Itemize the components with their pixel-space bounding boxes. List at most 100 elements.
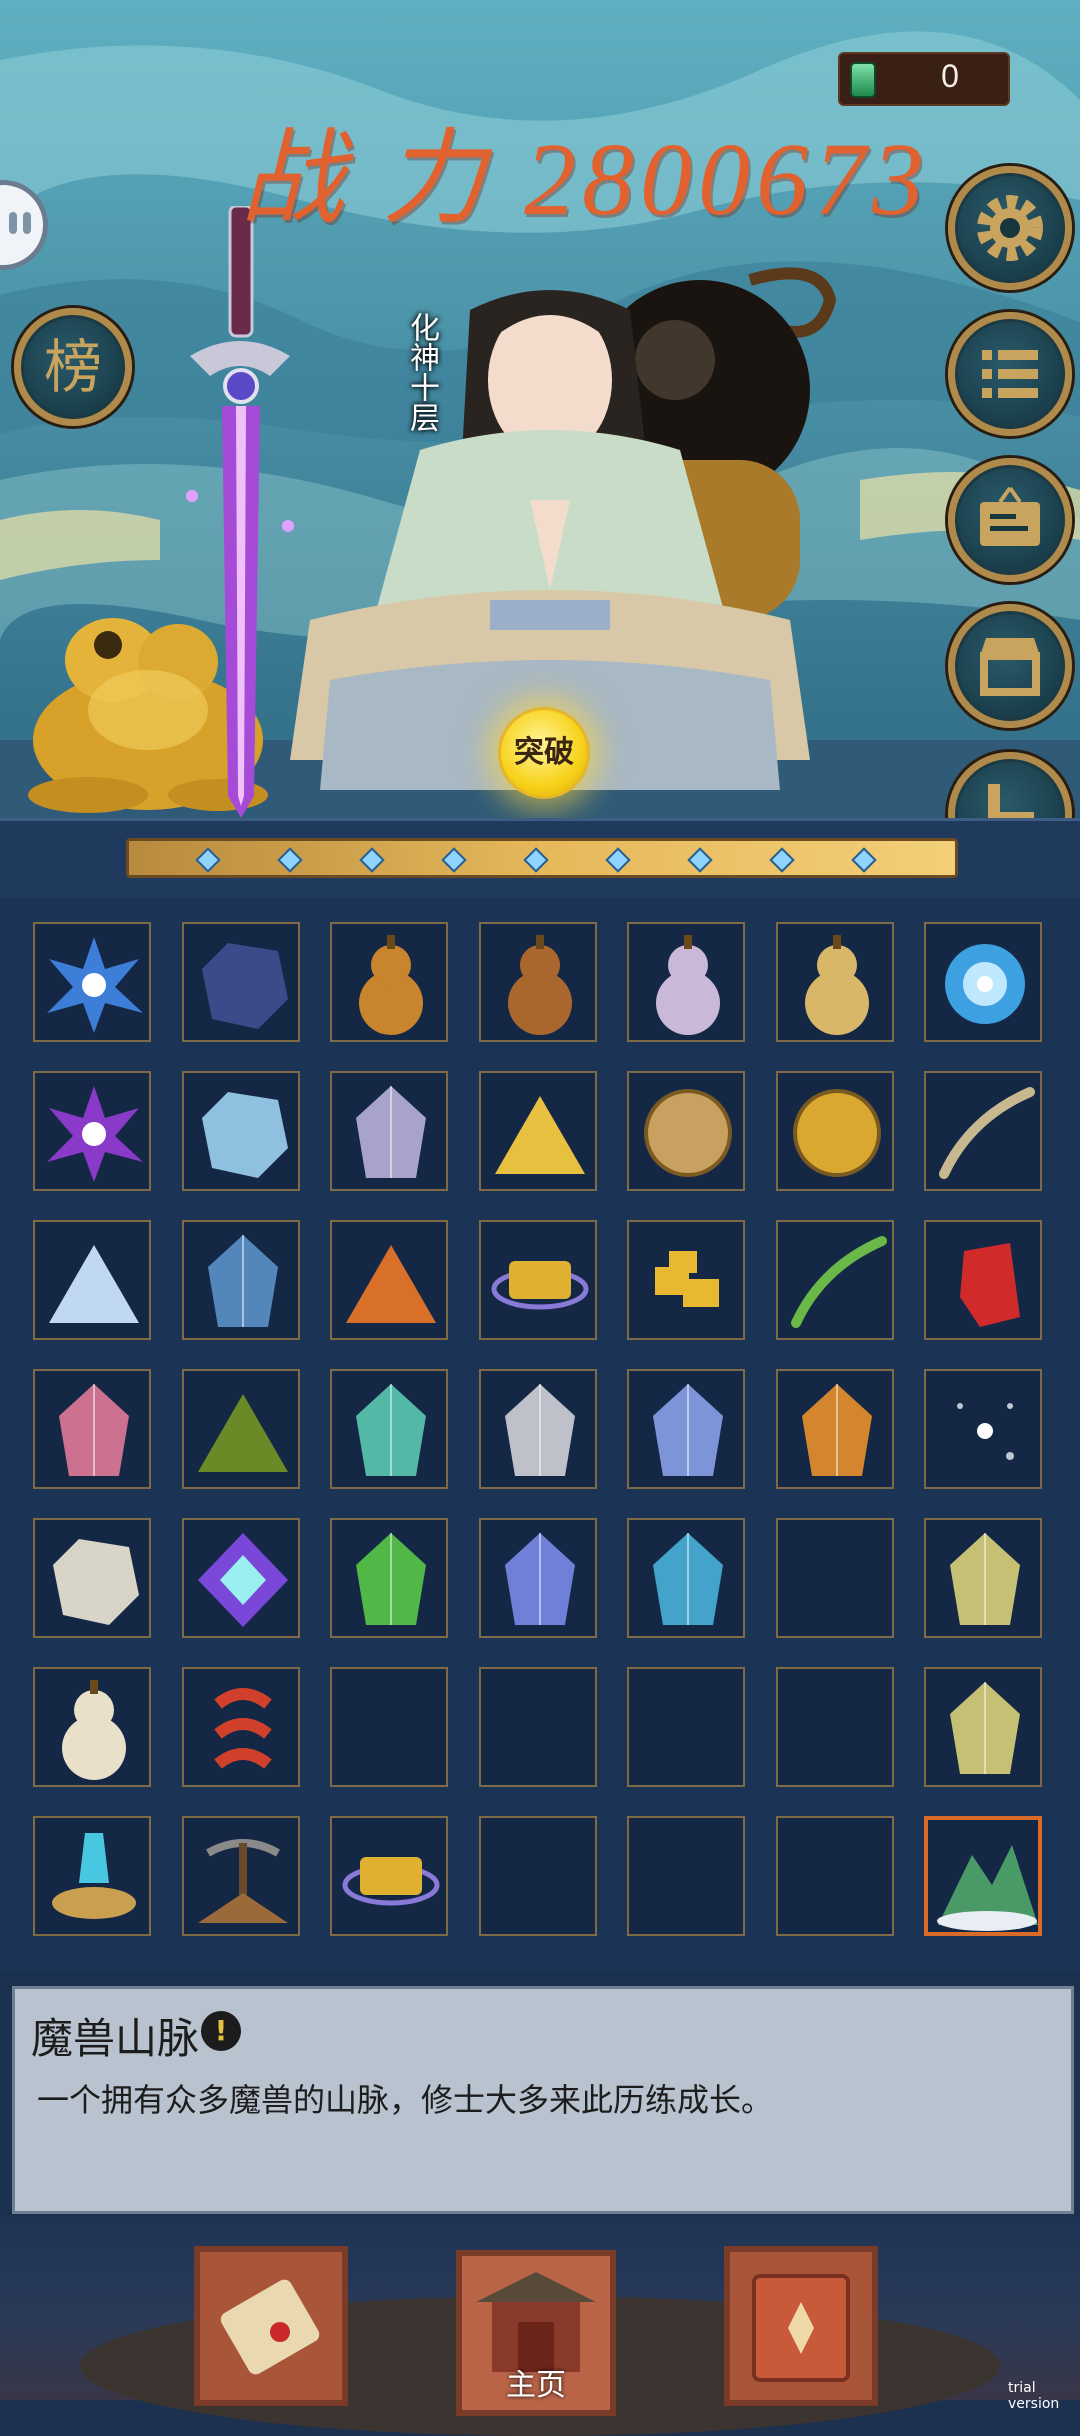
currency-value: 0 bbox=[941, 58, 959, 94]
inventory-grid bbox=[33, 922, 1044, 1938]
progress-node bbox=[277, 847, 303, 873]
inventory-slot[interactable] bbox=[924, 1220, 1042, 1340]
anvil-icon bbox=[988, 784, 1034, 820]
settings-button[interactable] bbox=[948, 166, 1072, 290]
inventory-slot[interactable] bbox=[924, 1816, 1042, 1936]
gear-icon bbox=[977, 195, 1043, 261]
list-icon bbox=[982, 350, 1038, 398]
inventory-slot[interactable] bbox=[33, 1220, 151, 1340]
green-spirit-stone-icon bbox=[356, 1533, 426, 1625]
home-tab[interactable]: 主页 bbox=[456, 2250, 616, 2416]
inventory-slot[interactable] bbox=[330, 1816, 448, 1936]
ice-ore-icon bbox=[201, 1092, 288, 1178]
leaderboard-button[interactable]: 榜 bbox=[14, 308, 132, 426]
item-description-panel: 魔兽山脉 ! 一个拥有众多魔兽的山脉，修士大多来此历练成长。 bbox=[12, 1986, 1074, 2214]
combat-power: 战 力 2800673 bbox=[240, 122, 931, 237]
star-dust-icon bbox=[957, 1403, 1014, 1460]
cyan-spirit-stone-icon bbox=[653, 1533, 723, 1625]
home-tab-label: 主页 bbox=[506, 2368, 566, 2403]
chat-icon bbox=[9, 212, 17, 234]
inventory-slot[interactable] bbox=[775, 1071, 894, 1191]
menu-list-button[interactable] bbox=[948, 312, 1072, 436]
shop-icon bbox=[980, 638, 1040, 696]
empty-inventory-slot[interactable] bbox=[330, 1667, 448, 1787]
progress-node bbox=[687, 847, 713, 873]
inventory-slot[interactable] bbox=[33, 1816, 151, 1936]
empty-inventory-slot[interactable] bbox=[627, 1667, 745, 1787]
golden-gourd-icon bbox=[804, 935, 869, 1035]
trial-watermark: trial version bbox=[1008, 2380, 1060, 2412]
empty-inventory-slot[interactable] bbox=[478, 1667, 597, 1787]
empty-inventory-slot[interactable] bbox=[478, 1816, 597, 1936]
inventory-slot[interactable] bbox=[478, 1369, 597, 1489]
purple-crystal-burst-icon bbox=[47, 1086, 143, 1182]
inventory-slot[interactable] bbox=[924, 1667, 1042, 1787]
breakthrough-button[interactable]: 突破 bbox=[498, 707, 590, 799]
yellow-crystal-icon bbox=[950, 1682, 1020, 1774]
item-description: 一个拥有众多魔兽的山脉，修士大多来此历练成长。 bbox=[37, 2081, 774, 2119]
inventory-slot[interactable] bbox=[330, 1369, 448, 1489]
inventory-slot[interactable] bbox=[478, 1518, 597, 1638]
empty-inventory-slot[interactable] bbox=[775, 1667, 894, 1787]
leaderboard-label: 榜 bbox=[43, 333, 102, 401]
inventory-slot[interactable] bbox=[33, 1518, 151, 1638]
inventory-slot[interactable] bbox=[627, 1518, 745, 1638]
gold-ingot-ring-icon bbox=[342, 1857, 440, 1906]
cultivation-realm: 化神十层 bbox=[404, 312, 439, 432]
notice-board-button[interactable] bbox=[948, 458, 1072, 582]
mining-pick-icon bbox=[197, 1839, 288, 1923]
info-icon[interactable]: ! bbox=[201, 2011, 241, 2051]
inventory-slot[interactable] bbox=[181, 1816, 300, 1936]
white-gold-ore-icon bbox=[53, 1539, 139, 1625]
inventory-slot[interactable] bbox=[924, 1369, 1042, 1489]
scroll-tab[interactable] bbox=[194, 2246, 348, 2406]
inventory-slot[interactable] bbox=[478, 1220, 597, 1340]
inventory-slot[interactable] bbox=[775, 1220, 894, 1340]
inventory-slot[interactable] bbox=[924, 1518, 1042, 1638]
inventory-slot[interactable] bbox=[330, 922, 448, 1042]
inventory-panel bbox=[0, 898, 1080, 1972]
inventory-slot[interactable] bbox=[181, 1071, 300, 1191]
inventory-slot[interactable] bbox=[627, 1220, 745, 1340]
inventory-slot[interactable] bbox=[330, 1071, 448, 1191]
inventory-slot[interactable] bbox=[478, 922, 597, 1042]
inventory-slot[interactable] bbox=[775, 922, 894, 1042]
crystal-fountain-icon bbox=[52, 1833, 136, 1919]
inventory-slot[interactable] bbox=[33, 1667, 151, 1787]
inventory-slot[interactable] bbox=[775, 1369, 894, 1489]
cultivation-progress-bar bbox=[126, 838, 958, 878]
golden-powder-pile-icon bbox=[494, 1096, 585, 1174]
inventory-slot[interactable] bbox=[33, 922, 151, 1042]
white-spirit-stone-icon bbox=[504, 1384, 575, 1476]
inventory-slot[interactable] bbox=[478, 1071, 597, 1191]
inventory-slot[interactable] bbox=[33, 1369, 151, 1489]
inventory-slot[interactable] bbox=[181, 1518, 300, 1638]
inventory-slot[interactable] bbox=[181, 1667, 300, 1787]
empty-inventory-slot[interactable] bbox=[775, 1518, 894, 1638]
inventory-slot[interactable] bbox=[627, 1071, 745, 1191]
bronze-disc-icon bbox=[644, 1089, 732, 1177]
blue-crystal-burst-icon bbox=[47, 937, 143, 1033]
red-seal-icon bbox=[960, 1243, 1020, 1327]
inventory-slot[interactable] bbox=[627, 922, 745, 1042]
teal-spirit-stone-icon bbox=[356, 1384, 426, 1476]
blue-crystal-icon bbox=[207, 1235, 278, 1327]
empty-inventory-slot[interactable] bbox=[775, 1816, 894, 1936]
shop-button[interactable] bbox=[948, 604, 1072, 728]
empty-inventory-slot[interactable] bbox=[627, 1816, 745, 1936]
inventory-slot[interactable] bbox=[627, 1369, 745, 1489]
inventory-slot[interactable] bbox=[181, 1369, 300, 1489]
book-tab[interactable] bbox=[724, 2246, 878, 2406]
inventory-slot[interactable] bbox=[181, 922, 300, 1042]
inventory-slot[interactable] bbox=[33, 1071, 151, 1191]
inventory-slot[interactable] bbox=[924, 1071, 1042, 1191]
inventory-slot[interactable] bbox=[181, 1220, 300, 1340]
jade-gourd-icon bbox=[656, 935, 720, 1035]
dark-blue-ore-icon bbox=[201, 943, 288, 1029]
purple-gem-icon bbox=[197, 1533, 288, 1627]
red-ribbon-icon bbox=[213, 1688, 272, 1769]
progress-node bbox=[851, 847, 877, 873]
inventory-slot[interactable] bbox=[330, 1220, 448, 1340]
inventory-slot[interactable] bbox=[924, 922, 1042, 1042]
inventory-slot[interactable] bbox=[330, 1518, 448, 1638]
